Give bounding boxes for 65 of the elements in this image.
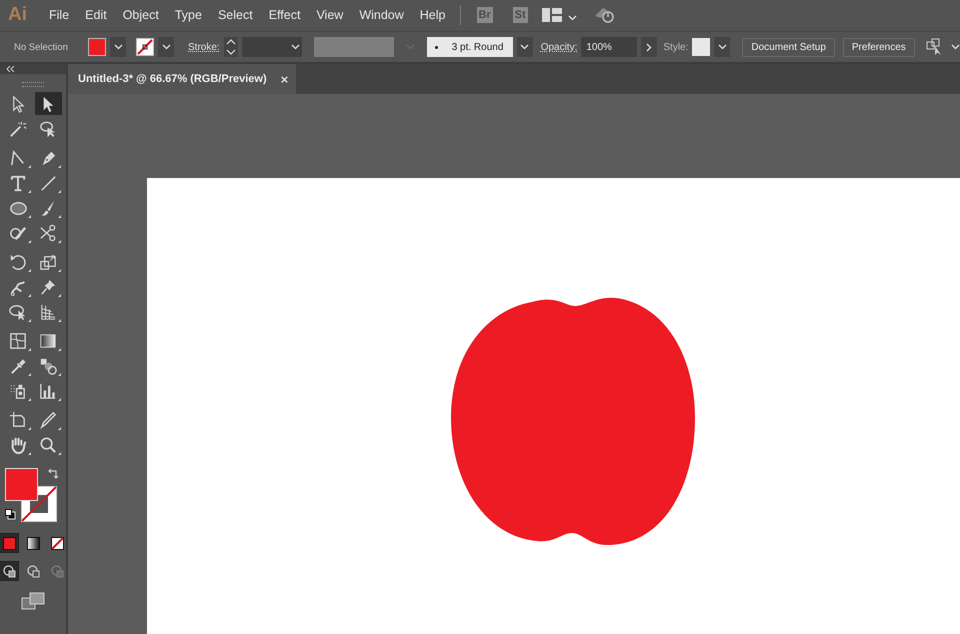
screen-mode-icon[interactable]: [21, 592, 45, 610]
color-mode-button[interactable]: [0, 534, 18, 552]
stroke-weight-field[interactable]: [242, 37, 302, 57]
menu-item[interactable]: Window: [351, 4, 412, 26]
dot-icon: [434, 46, 438, 48]
default-colors-icon[interactable]: [5, 509, 16, 520]
collapse-icon[interactable]: [6, 66, 15, 72]
menu-item[interactable]: Edit: [77, 4, 115, 26]
close-tab-button[interactable]: ×: [280, 72, 288, 86]
menu-item[interactable]: Object: [114, 4, 167, 26]
caret-icon: [520, 44, 530, 50]
color-mode-button[interactable]: [24, 534, 42, 552]
menu-item[interactable]: View: [308, 4, 352, 26]
menu-item[interactable]: Select: [210, 4, 261, 26]
fill-dropdown[interactable]: [110, 37, 126, 57]
caret-icon: [950, 44, 960, 50]
fill-swatch[interactable]: [88, 38, 106, 56]
tool-button[interactable]: [34, 92, 62, 115]
gradient-icon: [26, 536, 40, 550]
caret-icon: [114, 44, 122, 50]
sync-power-icon[interactable]: [592, 6, 615, 24]
solid-color-icon: [2, 536, 16, 550]
fill-color-swatch[interactable]: [5, 468, 38, 501]
draw-mode-icon: [50, 564, 64, 578]
apple-shape[interactable]: [451, 298, 695, 545]
caret-icon: [290, 44, 300, 50]
stroke-dropdown[interactable]: [158, 37, 174, 57]
scissors-icon: [38, 222, 58, 242]
caret-icon: [718, 44, 727, 50]
opacity-label[interactable]: Opacity:: [540, 42, 578, 52]
style-label: Style:: [663, 42, 688, 52]
draw-mode-icon: [2, 564, 16, 578]
opacity-field[interactable]: 100%: [581, 37, 638, 57]
knife-icon: [38, 410, 58, 430]
selection-status: No Selection: [14, 42, 69, 52]
color-mode-button[interactable]: [48, 534, 66, 552]
toolbar-button[interactable]: Preferences: [842, 38, 915, 56]
brush-dropdown[interactable]: [516, 37, 533, 57]
lasso-icon: [38, 118, 58, 138]
search-icon: [38, 434, 58, 454]
app-logo: Ai: [8, 4, 27, 26]
spinner-icon[interactable]: [224, 37, 238, 57]
no-stroke-swatch[interactable]: [136, 38, 154, 56]
caret-icon: [568, 14, 577, 20]
chevron-right-icon: [646, 42, 652, 52]
artboard-icon: [8, 410, 28, 430]
stroke-label[interactable]: Stroke:: [188, 42, 220, 52]
menu-item[interactable]: Type: [166, 4, 210, 26]
style-swatch[interactable]: [692, 38, 710, 56]
swap-arrows-icon[interactable]: [47, 468, 59, 480]
mesh-icon: [8, 330, 28, 350]
menu-item[interactable]: Help: [412, 4, 454, 26]
toolbar-button[interactable]: Document Setup: [742, 38, 835, 56]
width-profile-field[interactable]: [314, 37, 394, 57]
menu-item[interactable]: Effect: [260, 4, 308, 26]
menu-item[interactable]: File: [41, 4, 78, 26]
style-dropdown[interactable]: [714, 37, 730, 57]
draw-mode-button[interactable]: [0, 562, 18, 580]
draw-mode-icon: [26, 564, 40, 578]
workspace-layout-icon[interactable]: [542, 8, 562, 22]
document-tab[interactable]: Untitled-3* @ 66.67% (RGB/Preview) ×: [68, 64, 296, 94]
tab-title: Untitled-3* @ 66.67% (RGB/Preview): [78, 73, 267, 85]
none-swatch-icon: [50, 536, 64, 550]
brush-definition-field[interactable]: 3 pt. Round: [426, 37, 513, 57]
caret-icon: [162, 44, 170, 50]
